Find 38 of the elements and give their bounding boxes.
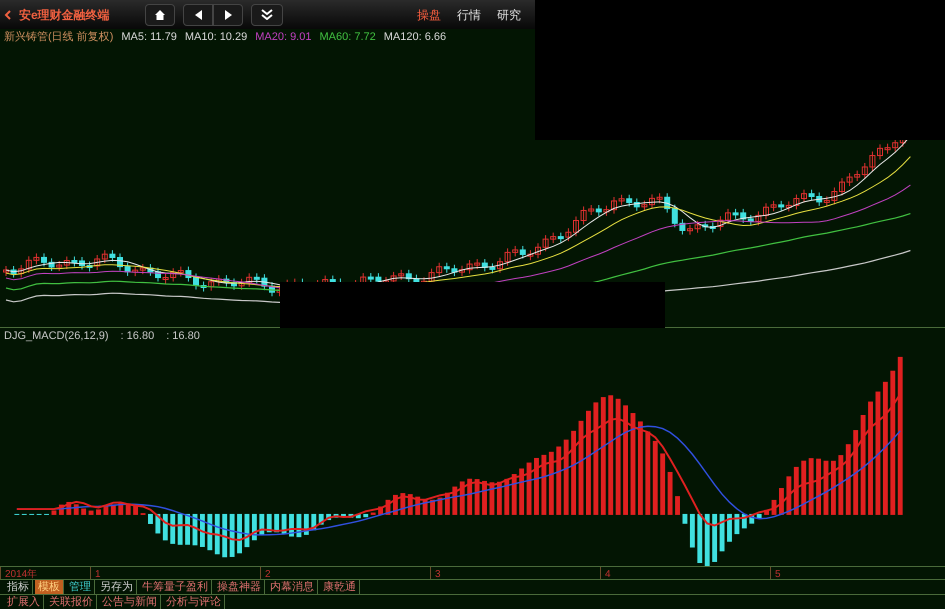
time-axis-label: 2014年 bbox=[0, 567, 90, 579]
expand-button[interactable] bbox=[251, 4, 283, 26]
app-logo: 安e理财金融终端 bbox=[19, 6, 111, 24]
tool-tab[interactable]: 管理 bbox=[66, 580, 95, 594]
tool-tab[interactable]: 操盘神器 bbox=[214, 580, 265, 594]
info-tab[interactable]: 分析与评论 bbox=[163, 595, 225, 609]
time-axis-label: 2 bbox=[260, 567, 430, 579]
back-button[interactable] bbox=[183, 4, 213, 26]
ma-reading: MA5: 11.79 bbox=[121, 30, 177, 46]
home-icon bbox=[155, 10, 165, 20]
tool-tab[interactable]: 内幕消息 bbox=[267, 580, 318, 594]
time-axis-label: 1 bbox=[90, 567, 260, 579]
ma-reading: MA60: 7.72 bbox=[319, 30, 376, 46]
info-tab[interactable]: 公告与新闻 bbox=[99, 595, 161, 609]
macd-reading: : 16.80 bbox=[120, 328, 154, 344]
indicator-title: DJG_MACD(26,12,9) bbox=[4, 328, 109, 344]
info-tab[interactable]: 关联报价 bbox=[46, 595, 97, 609]
double-chevron-down-icon bbox=[261, 9, 273, 20]
macd-reading: : 16.80 bbox=[166, 328, 200, 344]
right-triangle-icon bbox=[224, 10, 232, 20]
forward-button[interactable] bbox=[213, 4, 243, 26]
time-axis-label: 3 bbox=[430, 567, 600, 579]
home-button[interactable] bbox=[145, 4, 175, 26]
time-axis-label: 4 bbox=[600, 567, 770, 579]
ma-reading: MA20: 9.01 bbox=[255, 30, 312, 46]
tool-tab[interactable]: 另存为 bbox=[97, 580, 137, 594]
tool-tab[interactable]: 牛筹量子盈利 bbox=[139, 580, 212, 594]
nav-tab[interactable]: 研究 bbox=[497, 6, 521, 24]
ma-reading: MA10: 10.29 bbox=[184, 30, 248, 46]
ma-reading: MA120: 6.66 bbox=[384, 30, 446, 46]
tool-tab[interactable]: 指标 bbox=[4, 580, 33, 594]
chart-title: 新兴铸管(日线 前复权) bbox=[4, 30, 114, 46]
tool-tab[interactable]: 康乾通 bbox=[320, 580, 360, 594]
info-tab[interactable]: 扩展入 bbox=[4, 595, 44, 609]
left-triangle-icon bbox=[194, 10, 202, 20]
nav-tab[interactable]: 操盘 bbox=[417, 6, 441, 24]
time-axis-label: 5 bbox=[770, 567, 940, 579]
nav-tab[interactable]: 行情 bbox=[457, 6, 481, 24]
